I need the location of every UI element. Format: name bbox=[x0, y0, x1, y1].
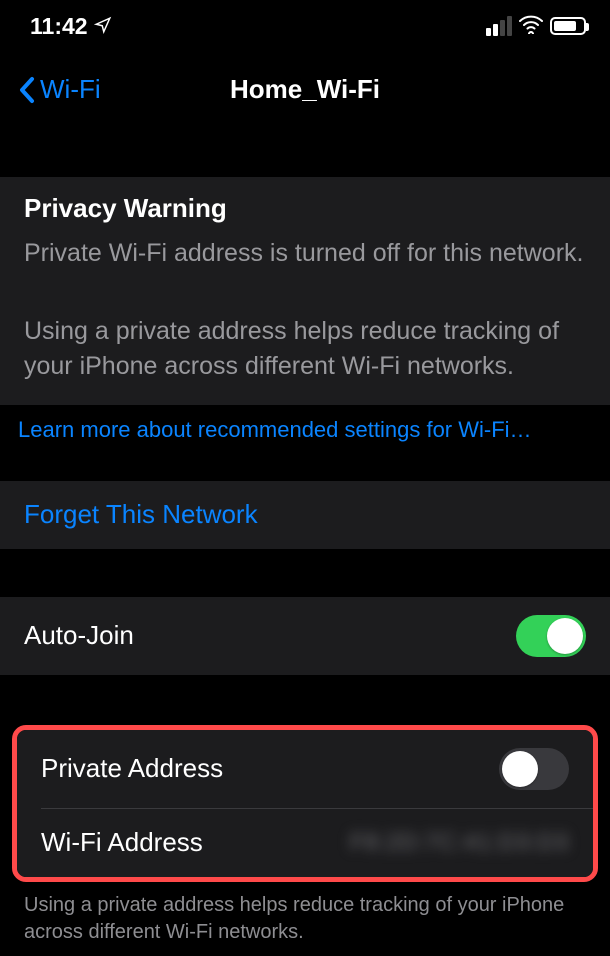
battery-icon bbox=[550, 17, 586, 35]
cellular-signal-icon bbox=[486, 16, 512, 36]
back-button[interactable]: Wi-Fi bbox=[18, 74, 101, 105]
warning-text-1: Private Wi-Fi address is turned off for … bbox=[24, 236, 586, 272]
location-icon bbox=[94, 13, 112, 40]
learn-more-link[interactable]: Learn more about recommended settings fo… bbox=[0, 405, 610, 457]
footer-note: Using a private address helps reduce tra… bbox=[0, 882, 610, 956]
status-bar: 11:42 bbox=[0, 0, 610, 48]
wifi-address-row: Wi-Fi Address F8:2D:7C:41:D3:D3 bbox=[17, 809, 593, 877]
chevron-left-icon bbox=[18, 76, 36, 104]
navigation-bar: Wi-Fi Home_Wi-Fi bbox=[0, 48, 610, 127]
highlighted-section: Private Address Wi-Fi Address F8:2D:7C:4… bbox=[12, 725, 598, 882]
wifi-address-label: Wi-Fi Address bbox=[41, 827, 203, 858]
private-address-row: Private Address bbox=[17, 730, 593, 808]
status-time: 11:42 bbox=[30, 13, 88, 40]
wifi-icon bbox=[519, 13, 543, 40]
privacy-warning-card: Privacy Warning Private Wi-Fi address is… bbox=[0, 177, 610, 405]
warning-title: Privacy Warning bbox=[24, 193, 586, 224]
forget-network-button[interactable]: Forget This Network bbox=[0, 481, 610, 549]
forget-network-label: Forget This Network bbox=[24, 499, 258, 530]
auto-join-toggle[interactable] bbox=[516, 615, 586, 657]
private-address-toggle[interactable] bbox=[499, 748, 569, 790]
back-label: Wi-Fi bbox=[40, 74, 101, 105]
private-address-label: Private Address bbox=[41, 753, 223, 784]
warning-text-2: Using a private address helps reduce tra… bbox=[24, 314, 586, 385]
auto-join-label: Auto-Join bbox=[24, 620, 134, 651]
wifi-address-value: F8:2D:7C:41:D3:D3 bbox=[350, 829, 569, 857]
page-title: Home_Wi-Fi bbox=[230, 74, 380, 105]
auto-join-row: Auto-Join bbox=[0, 597, 610, 675]
